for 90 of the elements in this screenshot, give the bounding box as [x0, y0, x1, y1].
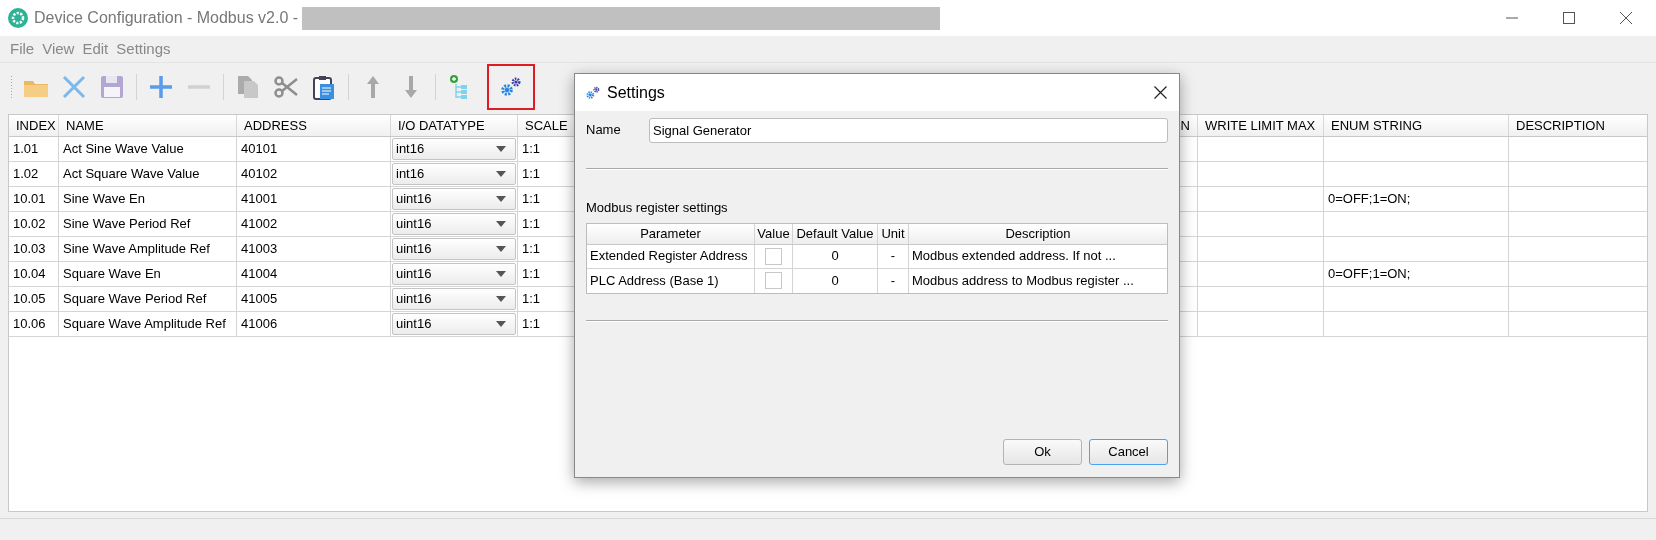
section-title: Modbus register settings [586, 199, 729, 217]
window-title: Device Configuration - Modbus v2.0 - [34, 8, 299, 28]
table-cell-text: Act Sine Wave Value [63, 140, 184, 159]
column-header[interactable]: SCALE [525, 115, 568, 136]
datatype-dropdown[interactable]: int16 [392, 163, 516, 185]
dropdown-arrow-icon [496, 196, 506, 202]
table-cell-text: 1:1 [522, 240, 541, 259]
table-cell-text: 1:1 [522, 215, 541, 234]
table-cell-text: 1:1 [522, 315, 541, 334]
table-cell-text: Act Square Wave Value [63, 165, 200, 184]
table-cell-text: 41004 [241, 265, 278, 284]
table-cell-text: Square Wave Period Ref [63, 290, 207, 309]
table-cell-text: 10.03 [13, 240, 46, 259]
datatype-dropdown[interactable]: int16 [392, 138, 516, 160]
table-cell-text: 10.04 [13, 265, 46, 284]
table-cell-text: - [890, 271, 896, 290]
table-cell-text: 40101 [241, 140, 278, 159]
datatype-dropdown[interactable]: uint16 [392, 238, 516, 260]
table-cell-text: 1:1 [522, 165, 541, 184]
table-cell-text: 41006 [241, 315, 278, 334]
column-header[interactable]: Value [757, 223, 790, 244]
column-header[interactable]: ENUM STRING [1331, 115, 1422, 136]
column-header[interactable]: I/O DATATYPE [398, 115, 485, 136]
table-cell-text: 1:1 [522, 190, 541, 209]
table-cell-text: 1.01 [13, 140, 39, 159]
table-cell-text: 40102 [241, 165, 278, 184]
dialog-button[interactable]: Ok [1003, 439, 1082, 465]
table-cell-text: 41002 [241, 215, 278, 234]
minus-icon [187, 84, 211, 89]
column-header[interactable]: WRITE LIMIT MAX [1205, 115, 1316, 136]
minimize-icon[interactable] [1505, 17, 1518, 19]
table-cell-text: 1:1 [522, 290, 541, 309]
dropdown-arrow-icon [496, 321, 506, 327]
toolbar-button[interactable] [487, 63, 535, 110]
maximize-icon[interactable] [1562, 12, 1575, 24]
table-cell-text: 1:1 [522, 140, 541, 159]
column-header[interactable]: DESCRIPTION [1516, 115, 1605, 136]
table-cell-text: 1:1 [522, 265, 541, 284]
datatype-dropdown[interactable]: uint16 [392, 213, 516, 235]
table-cell-text: Square Wave En [63, 265, 161, 284]
datatype-dropdown[interactable]: uint16 [392, 188, 516, 210]
table-cell-text: 41003 [241, 240, 278, 259]
name-field[interactable]: Signal Generator [649, 117, 1168, 143]
table-cell-text: 0 [831, 271, 839, 290]
table-cell-text: PLC Address (Base 1) [590, 271, 719, 290]
table-cell-text: 10.02 [13, 215, 46, 234]
table-cell-text: Square Wave Amplitude Ref [63, 315, 226, 334]
table-cell-text: 0=OFF;1=ON; [1328, 265, 1411, 284]
table-cell-text: 10.05 [13, 290, 46, 309]
app-gear-icon [8, 8, 28, 28]
column-header[interactable]: NAME [66, 115, 104, 136]
field-label: Name [586, 121, 622, 140]
datatype-dropdown[interactable]: uint16 [392, 288, 516, 310]
dropdown-arrow-icon [496, 221, 506, 227]
datatype-dropdown[interactable]: uint16 [392, 263, 516, 285]
dialog-title: Settings [607, 82, 665, 103]
gears-icon [585, 84, 601, 101]
table-cell-text: 1.02 [13, 165, 39, 184]
column-header[interactable]: Parameter [640, 223, 701, 244]
dropdown-arrow-icon [496, 171, 506, 177]
table-cell-text: 10.01 [13, 190, 46, 209]
checkbox[interactable] [765, 247, 782, 265]
toolbar-grip-icon [10, 75, 13, 98]
datatype-dropdown[interactable]: uint16 [392, 313, 516, 335]
table-cell-text: 0 [831, 247, 839, 266]
column-header[interactable]: INDEX [16, 115, 56, 136]
table-cell-text: 0=OFF;1=ON; [1328, 190, 1411, 209]
table-cell-text: Sine Wave En [63, 190, 145, 209]
table-cell-text: Extended Register Address [590, 247, 748, 266]
close-icon[interactable] [1619, 12, 1632, 24]
table-cell-text: Sine Wave Amplitude Ref [63, 240, 210, 259]
dropdown-arrow-icon [496, 146, 506, 152]
table-cell-text: 10.06 [13, 315, 46, 334]
dropdown-arrow-icon [496, 271, 506, 277]
table-cell-text: Modbus address to Modbus register ... [912, 271, 1134, 290]
table-cell-text: - [890, 247, 896, 266]
column-header[interactable]: Unit [881, 223, 905, 244]
table-cell-text: 41001 [241, 190, 278, 209]
column-header[interactable]: Default Value [796, 223, 874, 244]
table-cell-text: 41005 [241, 290, 278, 309]
column-header[interactable]: ADDRESS [244, 115, 307, 136]
column-header[interactable]: N [1180, 115, 1190, 136]
table-cell-text: Modbus extended address. If not ... [912, 247, 1116, 266]
dropdown-arrow-icon [496, 296, 506, 302]
dropdown-arrow-icon [496, 246, 506, 252]
dialog-button[interactable]: Cancel [1089, 439, 1168, 465]
column-header[interactable]: Description [1005, 223, 1071, 244]
checkbox[interactable] [765, 272, 782, 289]
close-icon[interactable] [1154, 86, 1167, 99]
table-cell-text: Sine Wave Period Ref [63, 215, 191, 234]
